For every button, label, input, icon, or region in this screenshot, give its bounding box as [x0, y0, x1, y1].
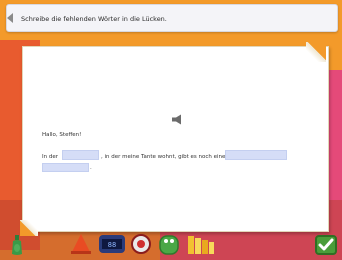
cone-icon[interactable]: [70, 232, 92, 256]
books-icon[interactable]: [186, 232, 216, 256]
gap-input-3[interactable]: [42, 163, 89, 172]
back-arrow-icon[interactable]: [7, 13, 13, 23]
sentence-part2: , in der meine Tante wohnt, gibt es noch…: [101, 154, 226, 160]
speaker-icon[interactable]: [171, 114, 185, 125]
clock-icon[interactable]: 88: [98, 232, 126, 256]
gap-input-2[interactable]: [225, 150, 287, 160]
toolbar: 88: [70, 232, 218, 258]
sentence-end: .: [90, 165, 92, 171]
paper-curl-top-right: [306, 42, 326, 62]
svg-text:88: 88: [108, 241, 116, 249]
bottle-icon[interactable]: [10, 234, 24, 256]
check-icon: [318, 238, 334, 251]
instruction-bar: Schreibe die fehlenden Wörter in die Lüc…: [6, 4, 338, 32]
submit-check-button[interactable]: [315, 235, 337, 255]
exercise-paper: [22, 46, 329, 232]
gap-input-1[interactable]: [62, 150, 99, 160]
frog-icon[interactable]: [158, 232, 180, 256]
instruction-text: Schreibe die fehlenden Wörter in die Lüc…: [21, 15, 167, 23]
sentence-part1: In der: [42, 154, 58, 160]
greeting-text: Hallo, Steffen!: [42, 132, 82, 138]
globe-icon[interactable]: [130, 232, 152, 256]
